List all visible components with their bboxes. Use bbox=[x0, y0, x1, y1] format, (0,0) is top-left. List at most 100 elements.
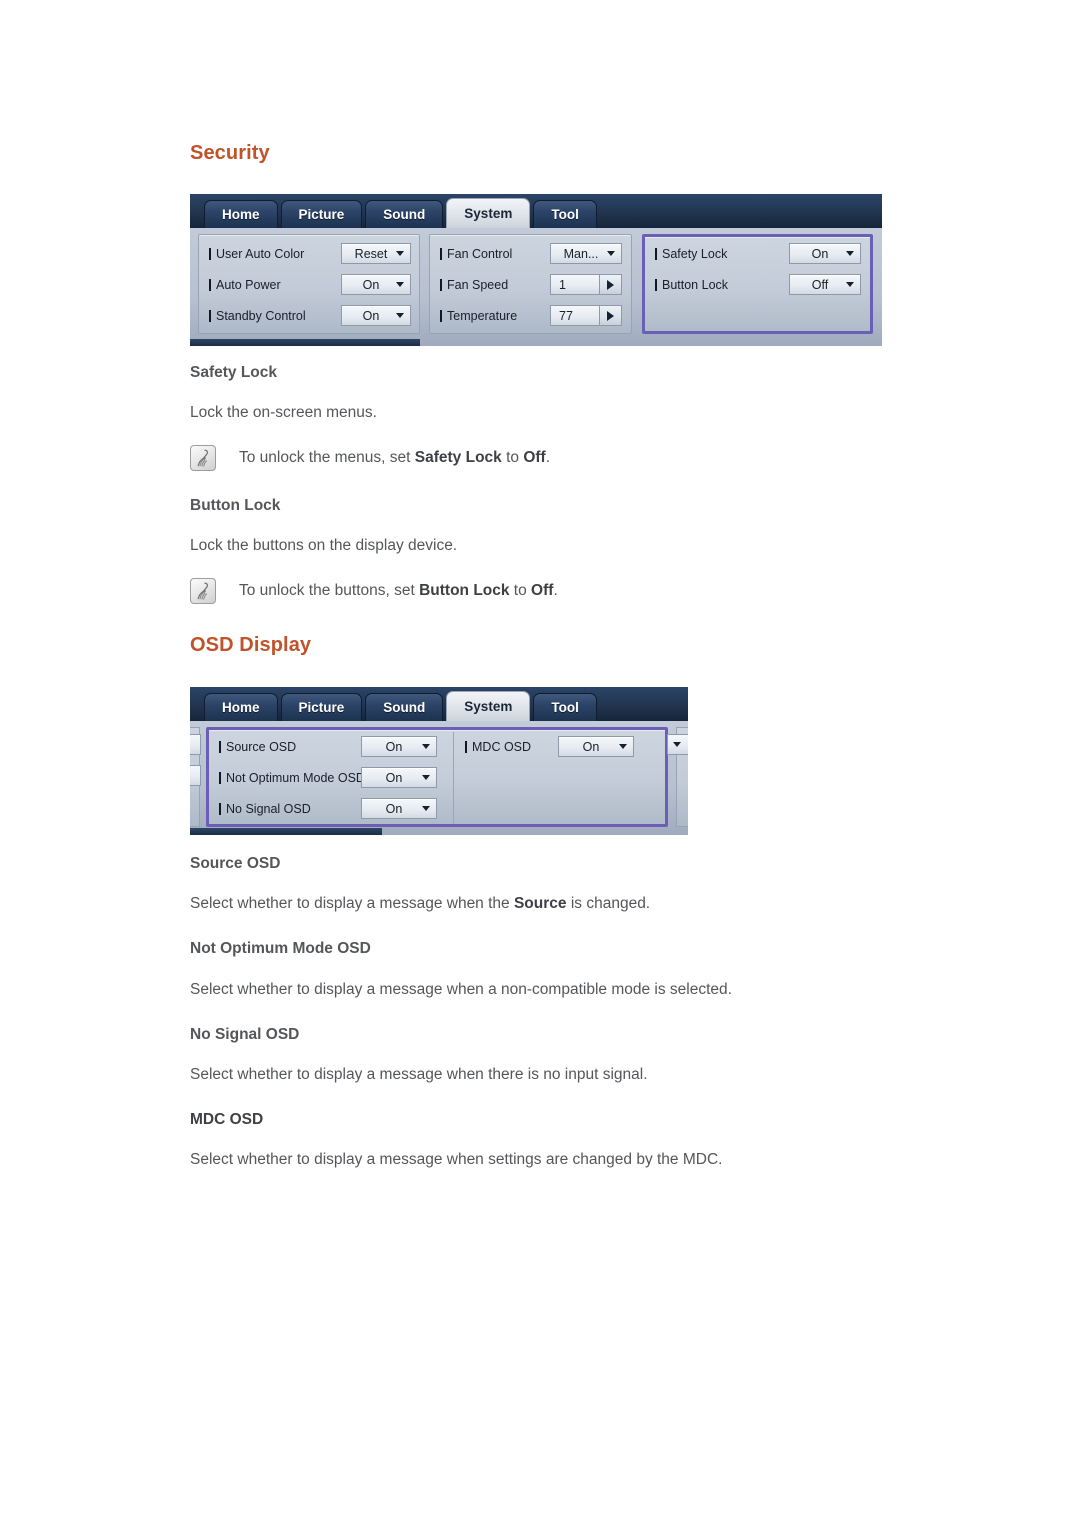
osd-row-auto-power: Auto Power bbox=[209, 274, 281, 296]
osd-spinner-value-fan-speed: 1 bbox=[559, 277, 566, 292]
note-bold-value: Off bbox=[531, 582, 554, 599]
osd-column-osd-highlight: Source OSD On Not Optimum Mode OSD On No… bbox=[206, 727, 668, 827]
osd-row-no-signal-osd: No Signal OSD bbox=[219, 798, 311, 820]
osd-tab-home[interactable]: Home bbox=[204, 200, 278, 228]
osd-label-fan-speed: Fan Speed bbox=[440, 278, 508, 292]
osd-body-security: User Auto Color Reset Auto Power On Stan… bbox=[190, 228, 882, 346]
chevron-down-icon bbox=[846, 282, 854, 287]
body-pre: Select whether to display a message when… bbox=[190, 895, 514, 912]
osd-spinner-temperature[interactable]: 77 bbox=[550, 305, 622, 326]
osd-select-source-osd[interactable]: On bbox=[361, 736, 437, 757]
osd-tab-picture[interactable]: Picture bbox=[280, 693, 363, 721]
note-bold-term: Safety Lock bbox=[414, 449, 502, 466]
osd-select-mdc-osd[interactable]: On bbox=[558, 736, 634, 757]
osd-select-button-lock[interactable]: Off bbox=[789, 274, 861, 295]
osd-label-temperature: Temperature bbox=[440, 309, 517, 323]
osd-row-safety-lock: Safety Lock bbox=[655, 243, 727, 265]
subheading-safety-lock: Safety Lock bbox=[190, 364, 278, 381]
osd-label-standby-control: Standby Control bbox=[209, 309, 306, 323]
osd-column-system-fan: Fan Control Man... Fan Speed 1 Temperatu bbox=[429, 234, 632, 334]
chevron-right-icon bbox=[607, 310, 614, 321]
osd-row-button-lock: Button Lock bbox=[655, 274, 728, 296]
subheading-source-osd: Source OSD bbox=[190, 855, 281, 872]
note-safety-lock: To unlock the menus, set Safety Lock to … bbox=[190, 445, 550, 471]
document-page: Security Home Picture Sound System Tool … bbox=[0, 0, 1080, 1527]
osd-row-fan-speed: Fan Speed bbox=[440, 274, 508, 296]
osd-tab-system[interactable]: System bbox=[446, 691, 531, 721]
osd-select-no-signal-osd[interactable]: On bbox=[361, 798, 437, 819]
chevron-down-icon bbox=[619, 744, 627, 749]
chevron-down-icon bbox=[396, 313, 404, 318]
chevron-down-icon bbox=[422, 806, 430, 811]
body-post: is changed. bbox=[566, 895, 651, 912]
osd-tab-picture[interactable]: Picture bbox=[280, 200, 363, 228]
subheading-not-optimum-mode-osd: Not Optimum Mode OSD bbox=[190, 940, 371, 957]
note-text-safety-lock: To unlock the menus, set Safety Lock to … bbox=[239, 449, 550, 467]
osd-select-not-optimum-mode-osd[interactable]: On bbox=[361, 767, 437, 788]
note-pre: To unlock the buttons, set bbox=[239, 582, 420, 599]
osd-label-button-lock: Button Lock bbox=[655, 278, 728, 292]
osd-select-value-source-osd: On bbox=[385, 739, 403, 754]
body-safety-lock: Lock the on-screen menus. bbox=[190, 404, 377, 421]
osd-select-fan-control[interactable]: Man... bbox=[550, 243, 622, 264]
osd-column-security-highlight: Safety Lock On Button Lock Off bbox=[642, 234, 873, 334]
body-not-optimum-mode-osd: Select whether to display a message when… bbox=[190, 981, 732, 998]
osd-tab-tool[interactable]: Tool bbox=[533, 693, 597, 721]
note-mid: to bbox=[501, 449, 524, 466]
chevron-down-icon bbox=[846, 251, 854, 256]
page-title-osd-display: OSD Display bbox=[190, 634, 312, 656]
osd-column-partial-left bbox=[190, 727, 201, 827]
osd-column-system-general: User Auto Color Reset Auto Power On Stan… bbox=[198, 234, 420, 334]
note-pen-icon bbox=[190, 445, 216, 471]
chevron-right-icon bbox=[607, 279, 614, 290]
osd-select-value-not-optimum-mode-osd: On bbox=[385, 770, 403, 785]
osd-tab-bar-security: Home Picture Sound System Tool bbox=[190, 194, 882, 228]
osd-footer-strip bbox=[190, 339, 420, 346]
osd-label-mdc-osd: MDC OSD bbox=[465, 740, 531, 754]
body-bold-term: Source bbox=[513, 895, 567, 912]
note-text-button-lock: To unlock the buttons, set Button Lock t… bbox=[239, 582, 558, 600]
note-post: . bbox=[545, 449, 551, 466]
osd-label-safety-lock: Safety Lock bbox=[655, 247, 727, 261]
osd-select-partial-b[interactable] bbox=[190, 765, 201, 786]
osd-tab-system[interactable]: System bbox=[446, 198, 531, 228]
osd-column-partial-right bbox=[667, 727, 688, 827]
note-post: . bbox=[553, 582, 558, 599]
osd-row-fan-control: Fan Control bbox=[440, 243, 512, 265]
osd-row-source-osd: Source OSD bbox=[219, 736, 296, 758]
osd-footer-strip bbox=[190, 828, 382, 835]
osd-row-user-auto-color: User Auto Color bbox=[209, 243, 304, 265]
osd-select-safety-lock[interactable]: On bbox=[789, 243, 861, 264]
osd-spinner-increase-temperature[interactable] bbox=[599, 306, 621, 325]
osd-select-user-auto-color[interactable]: Reset bbox=[341, 243, 411, 264]
body-mdc-osd: Select whether to display a message when… bbox=[190, 1151, 723, 1168]
chevron-down-icon bbox=[607, 251, 615, 256]
osd-select-value-user-auto-color: Reset bbox=[354, 246, 388, 261]
osd-spinner-increase-fan-speed[interactable] bbox=[599, 275, 621, 294]
osd-spinner-value-temperature: 77 bbox=[559, 308, 573, 323]
note-pen-icon bbox=[190, 578, 216, 604]
subheading-mdc-osd: MDC OSD bbox=[190, 1111, 264, 1128]
osd-select-value-fan-control: Man... bbox=[563, 246, 599, 261]
osd-select-value-mdc-osd: On bbox=[582, 739, 600, 754]
osd-select-partial-a[interactable] bbox=[190, 734, 201, 755]
osd-select-auto-power[interactable]: On bbox=[341, 274, 411, 295]
osd-tab-sound[interactable]: Sound bbox=[365, 200, 444, 228]
osd-spinner-fan-speed[interactable]: 1 bbox=[550, 274, 622, 295]
body-no-signal-osd: Select whether to display a message when… bbox=[190, 1066, 648, 1083]
osd-tab-tool[interactable]: Tool bbox=[533, 200, 597, 228]
osd-row-standby-control: Standby Control bbox=[209, 305, 306, 327]
osd-select-standby-control[interactable]: On bbox=[341, 305, 411, 326]
osd-screenshot-security: Home Picture Sound System Tool User Auto… bbox=[190, 194, 882, 346]
osd-row-temperature: Temperature bbox=[440, 305, 517, 327]
osd-tab-home[interactable]: Home bbox=[204, 693, 278, 721]
subheading-button-lock: Button Lock bbox=[190, 497, 281, 514]
osd-select-value-safety-lock: On bbox=[811, 246, 829, 261]
note-button-lock: To unlock the buttons, set Button Lock t… bbox=[190, 578, 558, 604]
osd-select-value-standby-control: On bbox=[362, 308, 380, 323]
chevron-down-icon bbox=[396, 282, 404, 287]
osd-select-partial-c[interactable] bbox=[667, 734, 688, 755]
osd-select-value-button-lock: Off bbox=[811, 277, 829, 292]
osd-tab-bar-osd-display: Home Picture Sound System Tool bbox=[190, 687, 688, 721]
osd-tab-sound[interactable]: Sound bbox=[365, 693, 444, 721]
